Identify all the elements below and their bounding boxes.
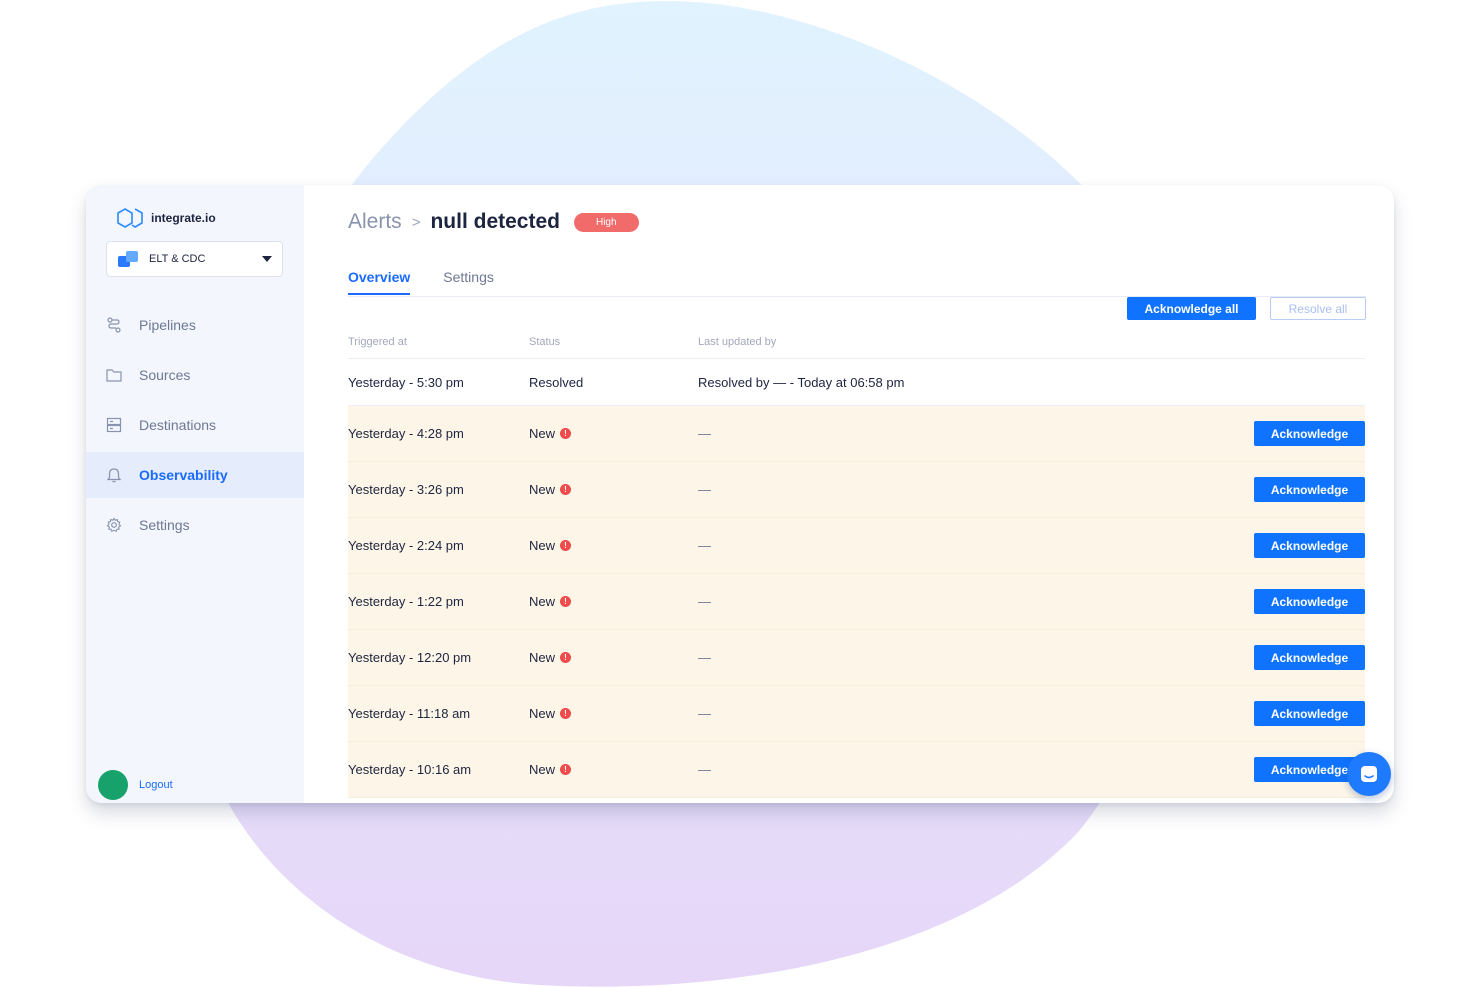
sidebar-item-label: Settings bbox=[139, 517, 190, 533]
triggered-at: Yesterday - 4:28 pm bbox=[348, 426, 464, 441]
brand-logo[interactable]: integrate.io bbox=[117, 207, 216, 229]
sidebar-item-label: Pipelines bbox=[139, 317, 196, 333]
breadcrumb-alerts-link[interactable]: Alerts bbox=[348, 210, 402, 234]
bell-icon bbox=[105, 467, 122, 484]
status-text: New bbox=[529, 426, 556, 441]
column-header-updated: Last updated by bbox=[698, 335, 777, 348]
table-header: Triggered at Status Last updated by bbox=[348, 325, 1365, 359]
status-text: New bbox=[529, 762, 556, 777]
workspace-selector[interactable]: ELT & CDC bbox=[106, 241, 283, 277]
gear-icon bbox=[105, 517, 122, 534]
chevron-right-icon: > bbox=[411, 213, 421, 231]
acknowledge-button[interactable]: Acknowledge bbox=[1254, 421, 1365, 446]
alert-icon: ! bbox=[560, 652, 572, 663]
chat-icon bbox=[1361, 766, 1377, 782]
pipelines-icon bbox=[105, 317, 122, 334]
last-updated-by: Resolved by — - Today at 06:58 pm bbox=[698, 374, 905, 390]
table-row: Yesterday - 2:24 pm New! — Acknowledge bbox=[348, 518, 1365, 574]
triggered-at: Yesterday - 10:16 am bbox=[348, 762, 472, 777]
breadcrumb: Alerts > null detected High bbox=[348, 208, 639, 236]
triggered-at: Yesterday - 12:20 pm bbox=[348, 650, 472, 665]
status-text: Resolved bbox=[529, 374, 584, 390]
triggered-at: Yesterday - 11:18 am bbox=[348, 706, 471, 721]
acknowledge-button[interactable]: Acknowledge bbox=[1254, 533, 1365, 558]
last-updated-by: — bbox=[698, 426, 711, 441]
workspace-label: ELT & CDC bbox=[149, 253, 206, 265]
folder-icon bbox=[105, 367, 122, 384]
sidebar-item-settings[interactable]: Settings bbox=[86, 502, 304, 548]
table-row: Yesterday - 10:16 am New! — Acknowledge bbox=[348, 742, 1365, 798]
page-title: null detected bbox=[430, 210, 560, 233]
sidebar-item-label: Observability bbox=[139, 467, 228, 483]
tab-bar: Overview Settings bbox=[348, 269, 494, 295]
sidebar-item-label: Destinations bbox=[139, 417, 217, 433]
triggered-at: Yesterday - 5:30 pm bbox=[348, 374, 464, 390]
tab-settings[interactable]: Settings bbox=[443, 269, 494, 295]
last-updated-by: — bbox=[698, 706, 711, 721]
resolve-all-button[interactable]: Resolve all bbox=[1270, 297, 1366, 320]
alert-icon: ! bbox=[560, 428, 572, 439]
alert-icon: ! bbox=[560, 764, 572, 775]
status-text: New bbox=[529, 706, 556, 721]
acknowledge-button[interactable]: Acknowledge bbox=[1254, 645, 1365, 670]
table-row: Yesterday - 1:22 pm New! — Acknowledge bbox=[348, 574, 1365, 630]
chevron-down-icon bbox=[262, 256, 272, 262]
status-text: New bbox=[529, 594, 556, 609]
status-text: New bbox=[529, 650, 556, 665]
table-row: Yesterday - 3:26 pm New! — Acknowledge bbox=[348, 462, 1365, 518]
severity-badge: High bbox=[573, 212, 639, 232]
sidebar-item-observability[interactable]: Observability bbox=[86, 452, 304, 498]
alert-icon: ! bbox=[560, 540, 572, 551]
alert-icon: ! bbox=[560, 484, 572, 495]
alert-icon: ! bbox=[560, 708, 572, 719]
tab-overview[interactable]: Overview bbox=[348, 269, 411, 295]
last-updated-by: — bbox=[698, 650, 711, 665]
triggered-at: Yesterday - 1:22 pm bbox=[348, 594, 464, 609]
triggered-at: Yesterday - 3:26 pm bbox=[348, 482, 464, 497]
acknowledge-button[interactable]: Acknowledge bbox=[1254, 589, 1365, 614]
sidebar-item-sources[interactable]: Sources bbox=[86, 352, 304, 398]
alert-icon: ! bbox=[560, 596, 572, 607]
app-window: integrate.io ELT & CDC Pipelines Sources… bbox=[86, 185, 1394, 803]
brand-name: integrate.io bbox=[151, 211, 216, 225]
avatar[interactable] bbox=[98, 770, 128, 800]
table-row: Yesterday - 12:20 pm New! — Acknowledge bbox=[348, 630, 1365, 686]
acknowledge-all-button[interactable]: Acknowledge all bbox=[1127, 297, 1256, 320]
user-area: Logout bbox=[98, 770, 173, 800]
last-updated-by: — bbox=[698, 594, 711, 609]
last-updated-by: — bbox=[698, 762, 711, 777]
acknowledge-button[interactable]: Acknowledge bbox=[1254, 701, 1365, 726]
sidebar-item-destinations[interactable]: Destinations bbox=[86, 402, 304, 448]
main-content: Alerts > null detected High Overview Set… bbox=[304, 185, 1394, 803]
sidebar-nav: Pipelines Sources Destinations Observabi… bbox=[86, 302, 304, 552]
sidebar-item-label: Sources bbox=[139, 367, 191, 383]
column-header-triggered: Triggered at bbox=[348, 335, 407, 348]
table-row: Yesterday - 11:18 am New! — Acknowledge bbox=[348, 686, 1365, 742]
last-updated-by: — bbox=[698, 482, 711, 497]
integrate-logo-icon bbox=[117, 208, 143, 228]
table-row: Yesterday - 5:30 pm Resolved Resolved by… bbox=[348, 359, 1365, 406]
status-text: New bbox=[529, 482, 556, 497]
table-row: Yesterday - 4:28 pm New! — Acknowledge bbox=[348, 406, 1365, 462]
workspace-cubes-icon bbox=[118, 251, 138, 267]
sidebar-item-pipelines[interactable]: Pipelines bbox=[86, 302, 304, 348]
last-updated-by: — bbox=[698, 538, 711, 553]
acknowledge-button[interactable]: Acknowledge bbox=[1254, 477, 1365, 502]
logout-link[interactable]: Logout bbox=[139, 779, 173, 791]
chat-launcher-button[interactable] bbox=[1347, 752, 1391, 796]
status-text: New bbox=[529, 538, 556, 553]
triggered-at: Yesterday - 2:24 pm bbox=[348, 538, 464, 553]
alerts-table: Triggered at Status Last updated by Yest… bbox=[348, 325, 1365, 798]
sidebar: integrate.io ELT & CDC Pipelines Sources… bbox=[86, 185, 304, 803]
column-header-status: Status bbox=[529, 335, 561, 348]
server-icon bbox=[105, 417, 122, 434]
